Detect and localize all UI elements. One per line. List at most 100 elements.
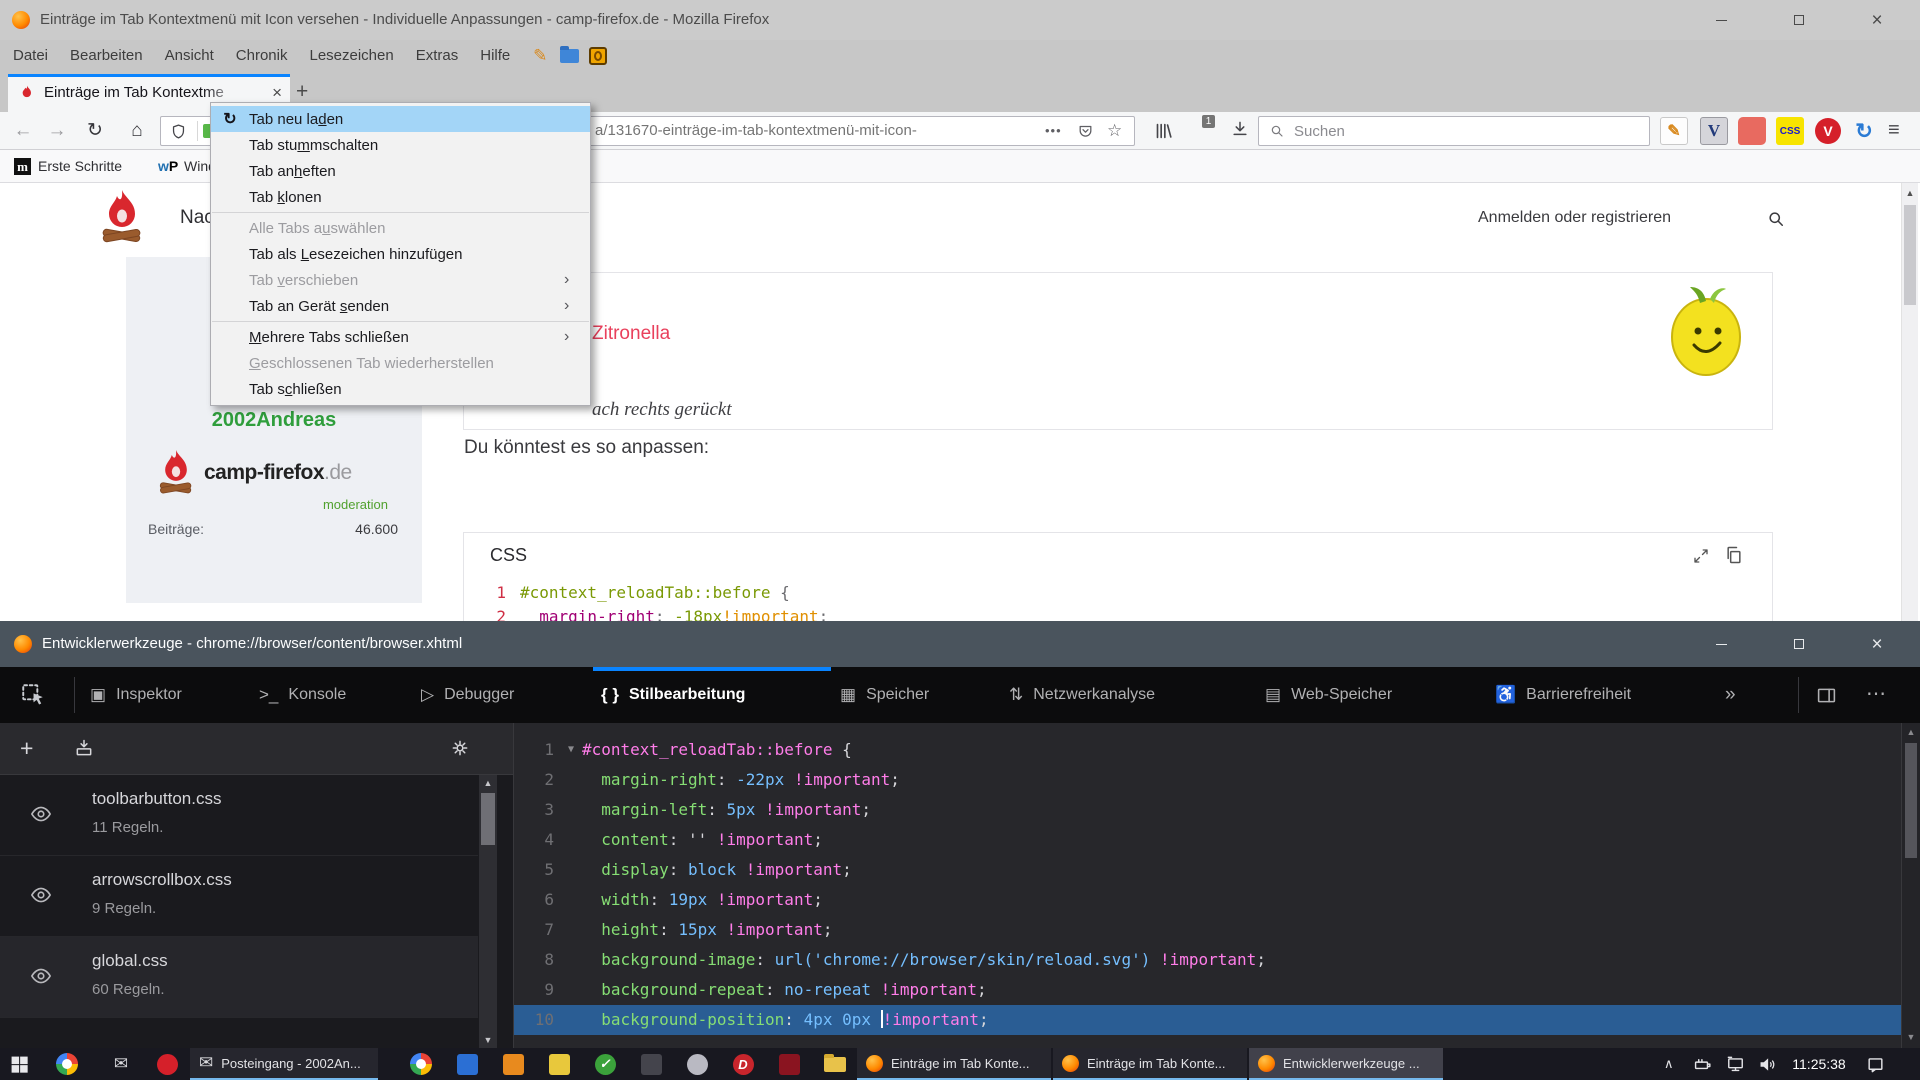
- more-tabs-icon[interactable]: »: [1725, 667, 1736, 723]
- devtools-tab-debugger[interactable]: ▷Debugger: [421, 667, 514, 723]
- scrollbar-thumb[interactable]: [1904, 205, 1916, 305]
- gear-icon[interactable]: [450, 738, 470, 758]
- scroll-up-icon[interactable]: ▲: [1902, 183, 1918, 198]
- copy-icon[interactable]: [1724, 545, 1744, 565]
- stylesheet-item[interactable]: toolbarbutton.css11 Regeln.: [0, 775, 478, 856]
- eye-icon[interactable]: [30, 803, 52, 825]
- menu-datei[interactable]: Datei: [2, 40, 59, 72]
- taskbar-red-app-icon[interactable]: [150, 1048, 184, 1080]
- taskbar-colorful-ball-icon[interactable]: [50, 1048, 84, 1080]
- devtools-tab-inspektor[interactable]: ▣Inspektor: [90, 667, 182, 723]
- context-menu-item[interactable]: Tab an Gerät senden›: [211, 293, 590, 319]
- forward-icon[interactable]: →: [42, 112, 72, 149]
- menu-bearbeiten[interactable]: Bearbeiten: [59, 40, 154, 72]
- page-search-icon[interactable]: [1766, 209, 1786, 229]
- library-icon[interactable]: [1152, 120, 1174, 142]
- context-menu-item[interactable]: Mehrere Tabs schließen›: [211, 324, 590, 350]
- taskbar-dark-app-icon[interactable]: [634, 1048, 668, 1080]
- devtools-close-button[interactable]: ×: [1848, 621, 1906, 667]
- panel-scrollbar[interactable]: ▲ ▼: [479, 775, 497, 1048]
- menu-ansicht[interactable]: Ansicht: [154, 40, 225, 72]
- menu-extras[interactable]: Extras: [405, 40, 470, 72]
- context-menu-item[interactable]: Tab als Lesezeichen hinzufügen: [211, 241, 590, 267]
- devtools-tab-konsole[interactable]: >_Konsole: [259, 667, 346, 723]
- home-icon[interactable]: ⌂: [122, 112, 152, 149]
- devtools-tab-stilbearbeitung[interactable]: { }Stilbearbeitung: [601, 667, 745, 723]
- v-circle-addon-icon[interactable]: V: [1814, 117, 1842, 145]
- taskbar-blue-app-icon[interactable]: [450, 1048, 484, 1080]
- taskbar-clock[interactable]: 11:25:38: [1788, 1048, 1850, 1080]
- context-menu-item[interactable]: Tab verschieben›: [211, 267, 590, 293]
- action-center-icon[interactable]: [1866, 1055, 1885, 1074]
- style-editor-code[interactable]: 1▼#context_reloadTab::before {2 margin-r…: [514, 723, 1901, 1048]
- scrollbar-thumb[interactable]: [481, 793, 495, 845]
- pencil-icon[interactable]: ✎: [530, 46, 550, 66]
- taskbar-red-d-icon[interactable]: D: [726, 1048, 760, 1080]
- network-icon[interactable]: [1726, 1055, 1745, 1074]
- battery-icon[interactable]: [1694, 1055, 1713, 1074]
- bookmark-star-icon[interactable]: ☆: [1107, 117, 1122, 145]
- css-addon-icon[interactable]: CSS: [1776, 117, 1804, 145]
- tracking-shield-icon[interactable]: [170, 123, 187, 140]
- devtools-maximize-button[interactable]: [1770, 621, 1828, 667]
- eye-icon[interactable]: [30, 965, 52, 987]
- restore-button[interactable]: [1770, 0, 1828, 40]
- hamburger-menu-icon[interactable]: ≡: [1888, 112, 1900, 149]
- bookmark-erste-schritte[interactable]: Erste Schritte: [38, 150, 122, 182]
- devtools-tab-barrierefreiheit[interactable]: ♿Barrierefreiheit: [1495, 667, 1631, 723]
- devtools-tab-speicher[interactable]: ▦Speicher: [840, 667, 929, 723]
- back-icon[interactable]: ←: [8, 112, 38, 149]
- start-button[interactable]: [10, 1055, 29, 1074]
- taskbar-green-check-icon[interactable]: ✓: [588, 1048, 622, 1080]
- context-menu-item[interactable]: ↻Tab neu laden: [211, 106, 590, 132]
- dock-side-icon[interactable]: [1816, 685, 1837, 706]
- context-menu-item[interactable]: Tab anheften: [211, 158, 590, 184]
- firefox-window-button-1[interactable]: Einträge im Tab Konte...: [857, 1048, 1051, 1080]
- context-menu-item[interactable]: Tab stummschalten: [211, 132, 590, 158]
- scroll-up-icon[interactable]: ▲: [1902, 723, 1920, 741]
- notes-addon-icon[interactable]: ✎: [1660, 117, 1688, 145]
- context-menu-item[interactable]: Tab klonen: [211, 184, 590, 210]
- minimize-button[interactable]: [1692, 0, 1750, 40]
- downloads-icon[interactable]: [1230, 119, 1250, 139]
- username-link[interactable]: 2002Andreas: [126, 409, 422, 432]
- v-addon-icon[interactable]: V: [1700, 117, 1728, 145]
- speaker-icon[interactable]: [1758, 1055, 1777, 1074]
- close-button[interactable]: ×: [1848, 0, 1906, 40]
- devtools-tab-web-speicher[interactable]: ▤Web-Speicher: [1265, 667, 1392, 723]
- import-stylesheet-icon[interactable]: [74, 738, 94, 758]
- stylesheet-item[interactable]: global.css60 Regeln.: [0, 937, 478, 1018]
- menu-chronik[interactable]: Chronik: [225, 40, 299, 72]
- taskbar-yellow-app-icon[interactable]: [542, 1048, 576, 1080]
- scroll-down-icon[interactable]: ▼: [479, 1032, 497, 1048]
- login-link[interactable]: Anmelden oder registrieren: [1478, 209, 1671, 227]
- element-picker-icon[interactable]: [20, 682, 46, 708]
- page-nav-clipped[interactable]: Nac: [180, 207, 214, 229]
- context-menu-item[interactable]: Geschlossenen Tab wiederherstellen: [211, 350, 590, 376]
- editor-scrollbar[interactable]: ▲ ▼: [1901, 723, 1920, 1048]
- folder-icon[interactable]: [559, 46, 579, 66]
- taskbar-orange-app-icon[interactable]: [496, 1048, 530, 1080]
- reload-icon[interactable]: ↻: [80, 112, 110, 149]
- taskbar-silver-app-icon[interactable]: [680, 1048, 714, 1080]
- page-scrollbar[interactable]: ▲: [1901, 183, 1918, 621]
- devtools-menu-icon[interactable]: ⋯: [1866, 667, 1886, 721]
- pocket-icon[interactable]: [1077, 123, 1094, 140]
- scroll-addon-icon[interactable]: [1738, 117, 1766, 145]
- menu-hilfe[interactable]: Hilfe: [469, 40, 521, 72]
- taskbar-folder-icon[interactable]: [818, 1048, 852, 1080]
- scrollbar-thumb[interactable]: [1905, 743, 1917, 858]
- new-stylesheet-button[interactable]: +: [20, 723, 33, 773]
- menu-lesezeichen[interactable]: Lesezeichen: [298, 40, 404, 72]
- sync-addon-icon[interactable]: ↻: [1850, 117, 1878, 145]
- context-menu-item[interactable]: Alle Tabs auswählen: [211, 215, 590, 241]
- context-menu-item[interactable]: Tab schließen: [211, 376, 590, 402]
- quote-author-link[interactable]: Zitronella: [592, 323, 670, 345]
- devtools-tab-netzwerkanalyse[interactable]: ⇅Netzwerkanalyse: [1009, 667, 1155, 723]
- devtools-window-button[interactable]: Entwicklerwerkzeuge ...: [1249, 1048, 1443, 1080]
- orange-addon-icon[interactable]: [588, 46, 608, 66]
- page-actions-icon[interactable]: •••: [1045, 117, 1062, 145]
- taskbar-chrome-icon[interactable]: [404, 1048, 438, 1080]
- taskbar-mail-icon[interactable]: ✉: [104, 1048, 138, 1080]
- tray-chevron-icon[interactable]: ∧: [1664, 1048, 1674, 1080]
